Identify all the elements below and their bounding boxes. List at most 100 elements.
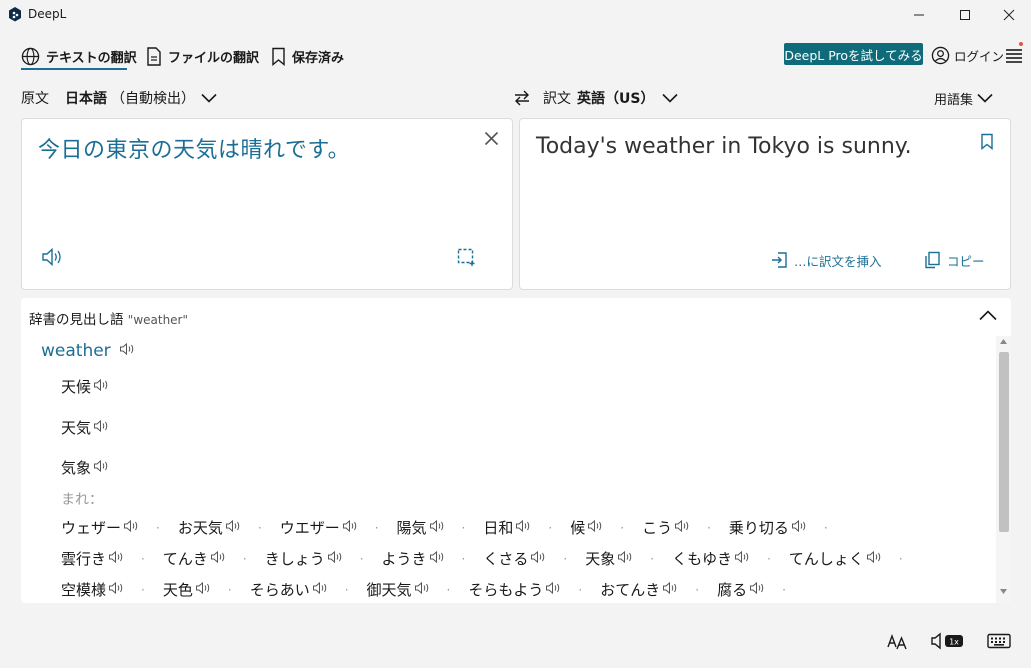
insert-translation-button[interactable]: …に訳文を挿入 — [771, 251, 882, 269]
active-tab-indicator — [21, 68, 127, 70]
synonym-item[interactable]: くさる — [483, 548, 547, 569]
speaker-icon[interactable] — [312, 581, 329, 599]
synonym-item[interactable]: 候 — [570, 517, 604, 538]
speech-speed-icon[interactable]: 1x — [930, 630, 966, 652]
synonym-item[interactable]: 乗り切る — [729, 517, 808, 538]
synonym-item[interactable]: きしょう — [265, 548, 344, 569]
synonym-item[interactable]: 御天気 — [367, 579, 431, 600]
chevron-down-icon — [977, 93, 993, 103]
synonym-item[interactable]: 天色 — [163, 579, 212, 600]
sense-item[interactable]: 天候 — [61, 376, 110, 397]
speaker-icon[interactable] — [93, 419, 110, 437]
speaker-icon[interactable] — [108, 581, 125, 599]
synonym-text: ウェザー — [61, 519, 122, 537]
synonym-item[interactable]: ウエザー — [280, 517, 359, 538]
separator-dot: · — [156, 520, 160, 535]
synonym-item[interactable]: 腐る — [717, 579, 766, 600]
speaker-icon[interactable] — [674, 519, 691, 537]
speaker-icon[interactable] — [429, 519, 446, 537]
speaker-icon[interactable] — [662, 581, 679, 599]
sense-item[interactable]: 天気 — [61, 417, 110, 438]
speaker-icon[interactable] — [195, 581, 212, 599]
dictionary-scrollbar[interactable] — [996, 336, 1011, 603]
speaker-icon[interactable] — [429, 550, 446, 568]
speaker-icon[interactable] — [545, 581, 562, 599]
keyboard-icon[interactable] — [987, 630, 1011, 652]
source-text-input[interactable]: 今日の東京の天気は晴れです。 — [38, 132, 350, 164]
synonym-text: ウエザー — [279, 519, 340, 537]
synonym-item[interactable]: おてんき — [600, 579, 679, 600]
synonym-item[interactable]: そらあい — [250, 579, 329, 600]
synonym-item[interactable]: てんき — [163, 548, 227, 569]
speaker-icon[interactable] — [530, 550, 547, 568]
synonym-text: お天気 — [177, 519, 223, 537]
synonym-item[interactable]: 空模様 — [61, 579, 125, 600]
speaker-icon[interactable] — [515, 519, 532, 537]
speaker-icon[interactable] — [866, 550, 883, 568]
speaker-icon[interactable] — [327, 550, 344, 568]
synonym-item[interactable]: 陽気 — [397, 517, 446, 538]
headword-text: weather — [41, 341, 111, 361]
collapse-chevron-up-icon[interactable] — [979, 310, 997, 321]
tab-label: テキストの翻訳 — [46, 50, 137, 66]
speaker-icon[interactable] — [41, 247, 65, 267]
separator-dot: · — [650, 551, 655, 566]
menu-icon[interactable] — [1004, 42, 1024, 66]
synonym-text: 空模様 — [61, 581, 107, 599]
synonym-item[interactable]: そらもよう — [468, 579, 562, 600]
scroll-up-arrow-icon[interactable] — [1000, 339, 1007, 344]
speaker-icon[interactable] — [93, 378, 110, 396]
login-button[interactable]: ログイン — [931, 44, 1004, 66]
tab-text-translation[interactable]: テキストの翻訳 — [21, 44, 137, 68]
maximize-button[interactable] — [942, 0, 988, 30]
scroll-down-arrow-icon[interactable] — [1000, 589, 1007, 594]
close-window-button[interactable] — [986, 0, 1031, 30]
tab-file-translation[interactable]: ファイルの翻訳 — [146, 44, 259, 68]
synonym-item[interactable]: こう — [642, 517, 691, 538]
minimize-button[interactable] — [896, 0, 942, 30]
speaker-icon[interactable] — [749, 581, 766, 599]
synonym-text: ようき — [381, 550, 427, 568]
synonym-item[interactable]: 日和 — [483, 517, 532, 538]
speaker-icon[interactable] — [617, 550, 634, 568]
select-area-icon[interactable] — [457, 247, 477, 267]
speaker-icon[interactable] — [791, 519, 808, 537]
glossary-dropdown[interactable]: 用語集 — [934, 88, 993, 108]
copy-button[interactable]: コピー — [924, 251, 985, 269]
speaker-icon[interactable] — [210, 550, 227, 568]
rare-label: まれ： — [61, 492, 103, 508]
speaker-icon[interactable] — [587, 519, 604, 537]
user-icon — [931, 46, 950, 65]
speaker-icon[interactable] — [93, 459, 110, 477]
swap-languages-icon[interactable] — [512, 88, 532, 108]
source-language-selector[interactable]: 原文 日本語 （自動検出） — [21, 88, 217, 108]
synonym-text: おてんき — [600, 581, 661, 599]
synonym-item[interactable]: ようき — [382, 548, 446, 569]
bookmark-icon[interactable] — [980, 133, 994, 150]
font-size-icon[interactable] — [886, 630, 908, 652]
copy-label: コピー — [947, 253, 985, 269]
target-language-selector[interactable]: 訳文 英語（US） — [543, 88, 679, 108]
synonym-item[interactable]: くもゆき — [672, 548, 751, 569]
speaker-icon[interactable] — [342, 519, 359, 537]
tab-saved[interactable]: 保存済み — [271, 44, 344, 68]
speaker-icon[interactable] — [119, 341, 136, 361]
speaker-icon[interactable] — [225, 519, 242, 537]
try-pro-button[interactable]: DeepL Proを試してみる — [784, 43, 923, 65]
dictionary-query: "weather" — [127, 313, 189, 327]
dictionary-header[interactable]: 辞書の見出し語 "weather" — [21, 298, 1011, 336]
synonym-item[interactable]: ウェザー — [61, 517, 140, 538]
synonym-item[interactable]: てんしょく — [789, 548, 883, 569]
synonym-text: くさる — [483, 550, 529, 568]
synonym-item[interactable]: お天気 — [178, 517, 242, 538]
synonym-item[interactable]: 雲行き — [61, 548, 125, 569]
scrollbar-thumb[interactable] — [999, 352, 1009, 532]
speaker-icon[interactable] — [734, 550, 751, 568]
synonym-item[interactable]: 天象 — [585, 548, 634, 569]
speaker-icon[interactable] — [108, 550, 125, 568]
clear-text-icon[interactable] — [484, 131, 499, 146]
bookmark-icon — [271, 47, 286, 66]
speaker-icon[interactable] — [414, 581, 431, 599]
sense-item[interactable]: 気象 — [61, 457, 110, 478]
speaker-icon[interactable] — [123, 519, 140, 537]
